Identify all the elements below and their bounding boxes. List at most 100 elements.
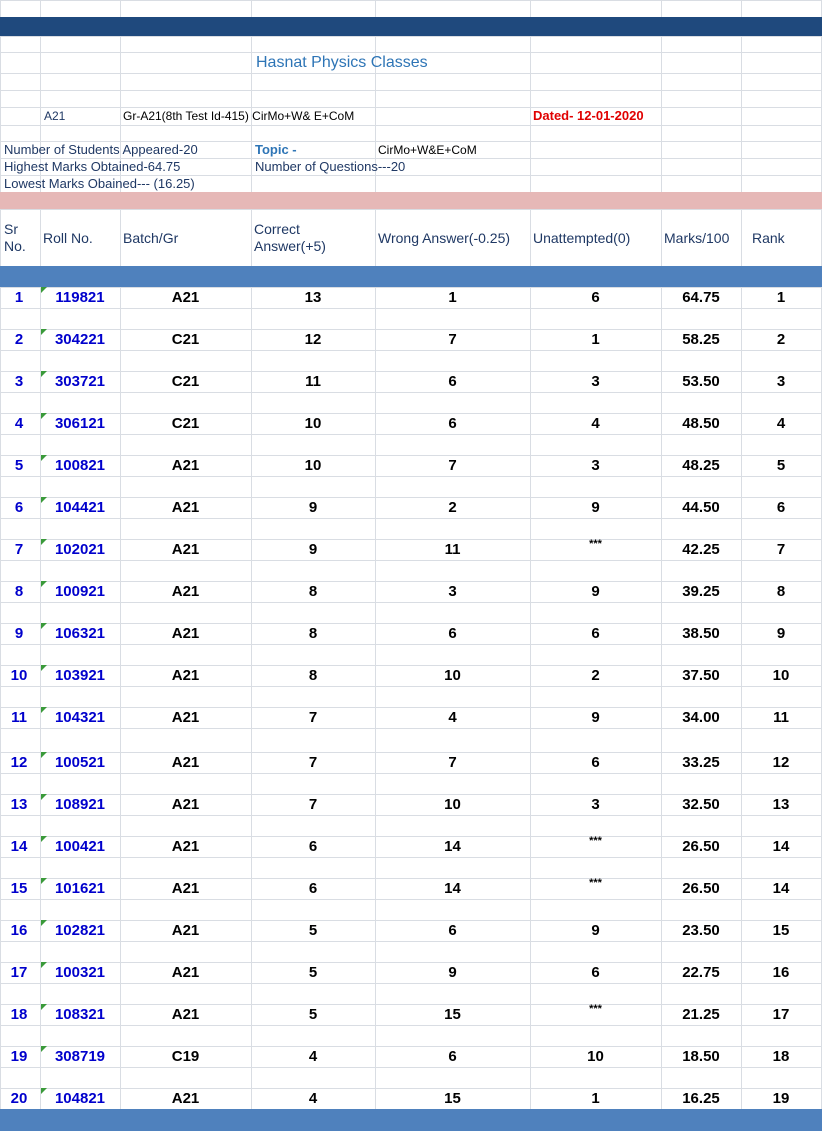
cell-unattempted: 10 xyxy=(587,1048,604,1065)
grid-hline xyxy=(0,878,822,879)
grid-hline xyxy=(0,413,822,414)
cell-roll: 101621 xyxy=(54,880,106,897)
grid-hline xyxy=(0,707,822,708)
grid-hline xyxy=(0,1088,822,1089)
grid-hline xyxy=(0,125,822,126)
cell-rank: 6 xyxy=(776,499,786,516)
cell-batch: A21 xyxy=(171,880,200,897)
grid-hline xyxy=(0,90,822,91)
grid-hline xyxy=(0,665,822,666)
cell-unattempted: 1 xyxy=(591,331,600,348)
cell-unattempted: 2 xyxy=(591,667,600,684)
cell-sr: 11 xyxy=(11,709,27,726)
cell-batch: C19 xyxy=(171,1048,200,1065)
cell-correct: 7 xyxy=(308,796,318,813)
cell-batch: A21 xyxy=(171,667,200,684)
grid-hline xyxy=(0,983,822,984)
cell-sr: 14 xyxy=(10,838,28,855)
cell-correct: 12 xyxy=(304,331,322,348)
cell-sr: 13 xyxy=(10,796,28,813)
grid-hline xyxy=(0,434,822,435)
cell-wrong: 10 xyxy=(444,667,461,684)
cell-correct: 7 xyxy=(308,709,318,726)
cell-rank: 1 xyxy=(776,289,786,306)
cell-rank: 7 xyxy=(776,541,786,558)
cell-correct: 5 xyxy=(308,922,318,939)
cell-unattempted: 9 xyxy=(591,709,600,726)
cell-correct: 8 xyxy=(308,583,318,600)
grid-hline xyxy=(0,581,822,582)
grid-hline xyxy=(0,107,822,108)
cell-note-indicator-icon xyxy=(41,497,47,503)
cell-roll: 303721 xyxy=(54,373,106,390)
cell-roll: 108921 xyxy=(54,796,106,813)
cell-unattempted: 3 xyxy=(591,373,600,390)
grid-hline xyxy=(0,36,822,37)
cell-unattempted: 6 xyxy=(591,754,600,771)
cell-wrong: 6 xyxy=(448,1048,457,1065)
cell-unattempted: 9 xyxy=(591,499,600,516)
cell-rank: 18 xyxy=(772,1048,790,1065)
cell-unattempted: *** xyxy=(589,1003,602,1015)
grid-hline xyxy=(0,539,822,540)
cell-note-indicator-icon xyxy=(41,371,47,377)
cell-rank: 19 xyxy=(772,1090,790,1107)
cell-wrong: 9 xyxy=(448,964,457,981)
cell-wrong: 6 xyxy=(448,922,457,939)
cell-rank: 13 xyxy=(772,796,790,813)
cell-note-indicator-icon xyxy=(41,962,47,968)
col-rank: Rank xyxy=(752,230,785,246)
grid-hline xyxy=(0,857,822,858)
grid-vline xyxy=(661,0,662,1131)
cell-roll: 104821 xyxy=(54,1090,106,1107)
grid-hline xyxy=(0,602,822,603)
cell-marks: 37.50 xyxy=(682,667,720,684)
cell-batch: A21 xyxy=(171,499,200,516)
cell-unattempted: 6 xyxy=(591,289,600,306)
grid-hline xyxy=(0,836,822,837)
cell-rank: 11 xyxy=(773,709,789,726)
col-unattempted: Unattempted(0) xyxy=(533,230,631,246)
cell-note-indicator-icon xyxy=(41,455,47,461)
cell-rank: 15 xyxy=(772,922,790,939)
cell-roll: 106321 xyxy=(54,625,106,642)
grid-hline xyxy=(0,962,822,963)
grid-hline xyxy=(0,308,822,309)
cell-correct: 4 xyxy=(308,1090,318,1107)
cell-roll: 100421 xyxy=(54,838,106,855)
cell-roll: 100921 xyxy=(54,583,106,600)
cell-sr: 5 xyxy=(14,457,24,474)
cell-roll: 119821 xyxy=(55,289,105,306)
cell-wrong: 1 xyxy=(448,289,457,306)
cell-note-indicator-icon xyxy=(41,794,47,800)
cell-wrong: 6 xyxy=(448,415,457,432)
grid-hline xyxy=(0,392,822,393)
cell-note-indicator-icon xyxy=(41,413,47,419)
cell-marks: 64.75 xyxy=(682,289,720,306)
section-pink-band xyxy=(0,192,822,209)
grid-hline xyxy=(0,1046,822,1047)
cell-note-indicator-icon xyxy=(41,539,47,545)
cell-wrong: 2 xyxy=(448,499,457,516)
cell-rank: 8 xyxy=(776,583,786,600)
col-batch: Batch/Gr xyxy=(123,230,179,246)
cell-note-indicator-icon xyxy=(41,623,47,629)
cell-roll: 100321 xyxy=(54,964,106,981)
grid-vline xyxy=(0,0,1,1131)
cell-marks: 42.25 xyxy=(682,541,720,558)
cell-sr: 3 xyxy=(14,373,24,390)
grid-hline xyxy=(0,476,822,477)
highest-marks: Highest Marks Obtained-64.75 xyxy=(4,159,181,174)
cell-marks: 48.50 xyxy=(682,415,720,432)
cell-sr: 19 xyxy=(10,1048,28,1065)
cell-batch: A21 xyxy=(171,964,200,981)
cell-sr: 18 xyxy=(10,1006,28,1023)
cell-rank: 12 xyxy=(772,754,790,771)
cell-correct: 5 xyxy=(308,1006,318,1023)
cell-marks: 21.25 xyxy=(682,1006,720,1023)
cell-roll: 104421 xyxy=(54,499,106,516)
cell-correct: 9 xyxy=(308,541,318,558)
table-blue-band xyxy=(0,266,822,287)
cell-batch: A21 xyxy=(171,838,200,855)
col-sr-line2: No. xyxy=(4,238,26,254)
